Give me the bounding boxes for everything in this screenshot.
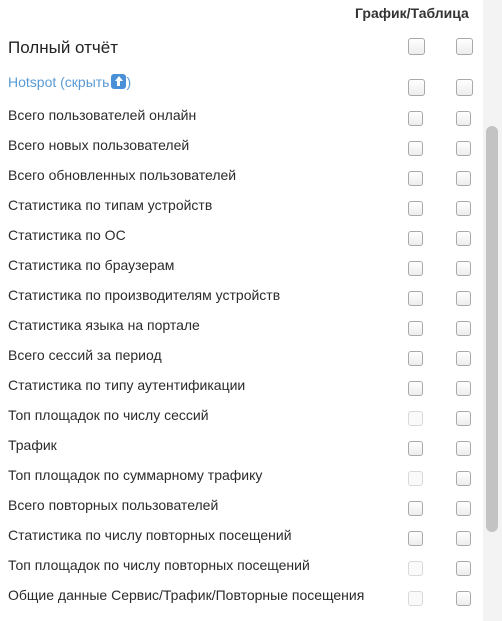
report-option-chart-checkbox[interactable] <box>408 441 423 456</box>
report-option-label: Статистика по браузерам <box>8 257 175 273</box>
full-report-chart-checkbox[interactable] <box>408 38 425 55</box>
report-option-chart-checkbox[interactable] <box>408 351 423 366</box>
report-option-label: Статистика по типам устройств <box>8 197 213 213</box>
report-option-table-checkbox[interactable] <box>456 591 471 606</box>
hotspot-link-suffix: ) <box>126 74 132 90</box>
report-option-chart-checkbox[interactable] <box>408 171 423 186</box>
report-option-table-checkbox[interactable] <box>456 471 471 486</box>
report-option-label: Всего повторных пользователей <box>8 497 219 513</box>
report-option-table-checkbox[interactable] <box>456 561 471 576</box>
report-option-chart-checkbox[interactable] <box>408 201 423 216</box>
full-report-label: Полный отчёт <box>8 38 119 57</box>
report-option-table-checkbox[interactable] <box>456 231 471 246</box>
report-option-table-checkbox[interactable] <box>456 321 471 336</box>
report-option-table-checkbox[interactable] <box>456 381 471 396</box>
report-option-label: Всего сессий за период <box>8 347 162 363</box>
report-option-chart-checkbox[interactable] <box>408 111 423 126</box>
report-option-label: Всего пользователей онлайн <box>8 107 197 123</box>
hotspot-toggle-link[interactable]: Hotspot (скрыть) <box>8 74 131 90</box>
report-option-chart-checkbox[interactable] <box>408 381 423 396</box>
hotspot-link-label: Hotspot (скрыть <box>8 74 110 90</box>
report-option-chart-checkbox[interactable] <box>408 291 423 306</box>
report-option-label: Статистика языка на портале <box>8 317 200 333</box>
report-option-label: Общие данные Сервис/Трафик/Повторные пос… <box>8 587 365 603</box>
report-option-chart-checkbox[interactable] <box>408 261 423 276</box>
scrollbar-thumb[interactable] <box>486 126 498 532</box>
report-option-table-checkbox[interactable] <box>456 261 471 276</box>
report-option-chart-checkbox <box>408 591 423 606</box>
report-option-chart-checkbox <box>408 411 423 426</box>
report-option-label: Статистика по числу повторных посещений <box>8 527 292 543</box>
hotspot-chart-checkbox[interactable] <box>408 79 425 96</box>
report-option-table-checkbox[interactable] <box>456 531 471 546</box>
arrow-up-icon <box>111 74 127 89</box>
report-option-chart-checkbox[interactable] <box>408 531 423 546</box>
report-option-table-checkbox[interactable] <box>456 501 471 516</box>
report-option-label: Топ площадок по числу сессий <box>8 407 209 423</box>
report-option-label: Статистика по производителям устройств <box>8 287 281 303</box>
report-option-label: Топ площадок по суммарному трафику <box>8 467 263 483</box>
report-option-table-checkbox[interactable] <box>456 201 471 216</box>
hotspot-table-checkbox[interactable] <box>456 79 473 96</box>
report-option-chart-checkbox[interactable] <box>408 321 423 336</box>
report-option-table-checkbox[interactable] <box>456 171 471 186</box>
report-option-label: Всего обновленных пользователей <box>8 167 237 183</box>
report-option-label: Топ площадок по числу повторных посещени… <box>8 557 310 573</box>
report-option-label: Всего новых пользователей <box>8 137 190 153</box>
scrollbar[interactable] <box>483 0 502 621</box>
report-option-table-checkbox[interactable] <box>456 111 471 126</box>
report-option-label: Трафик <box>8 437 57 453</box>
report-option-label: Статистика по типу аутентификации <box>8 377 246 393</box>
full-report-table-checkbox[interactable] <box>456 38 473 55</box>
report-option-table-checkbox[interactable] <box>456 351 471 366</box>
report-option-table-checkbox[interactable] <box>456 441 471 456</box>
report-option-chart-checkbox[interactable] <box>408 231 423 246</box>
report-option-chart-checkbox <box>408 471 423 486</box>
report-option-chart-checkbox[interactable] <box>408 141 423 156</box>
report-option-table-checkbox[interactable] <box>456 141 471 156</box>
column-header-chart-table: График/Таблица <box>355 5 469 21</box>
report-option-chart-checkbox[interactable] <box>408 501 423 516</box>
report-option-table-checkbox[interactable] <box>456 411 471 426</box>
report-option-chart-checkbox <box>408 561 423 576</box>
report-option-label: Статистика по ОС <box>8 227 126 243</box>
report-option-table-checkbox[interactable] <box>456 291 471 306</box>
